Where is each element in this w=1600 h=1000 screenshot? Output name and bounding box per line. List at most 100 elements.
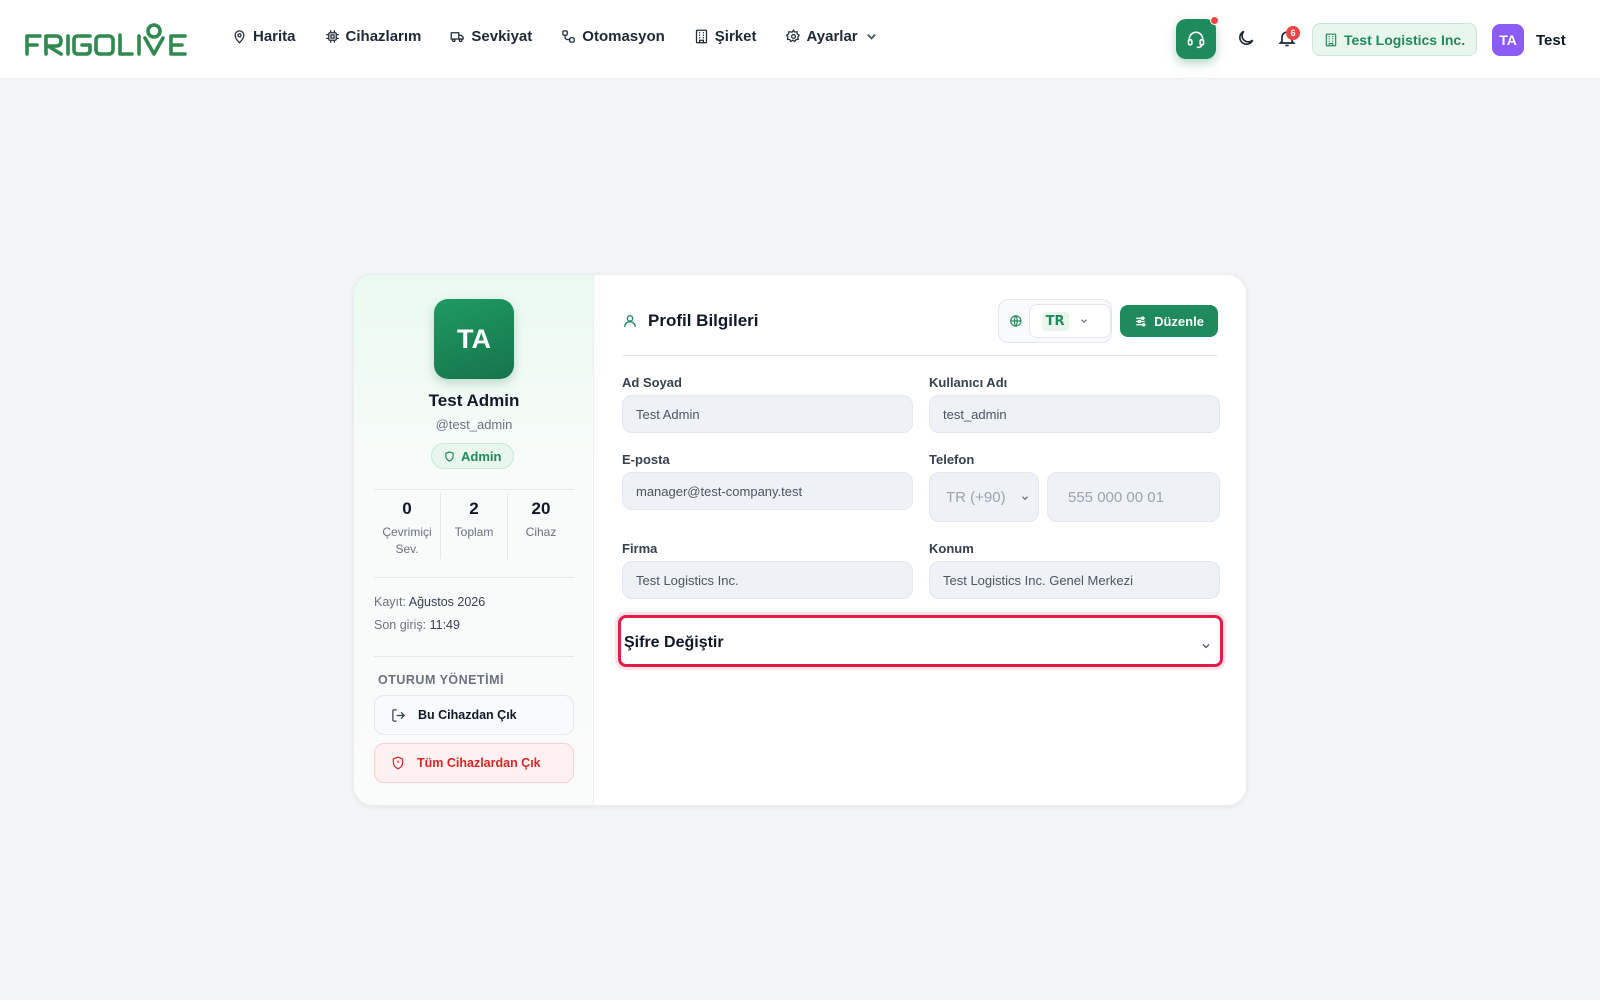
- user-name: Test: [1536, 31, 1566, 49]
- registered-label: Kayıt:: [374, 595, 406, 609]
- change-password-title: Şifre Değiştir: [624, 634, 724, 651]
- shield-alert-icon: [392, 756, 404, 770]
- company-name: Test Logistics Inc.: [1344, 31, 1466, 48]
- frigolive-logo[interactable]: [24, 22, 192, 58]
- chevron-down-icon: [1202, 644, 1210, 649]
- support-status-dot: [1210, 16, 1219, 25]
- logout-all-devices-label: Tüm Cihazlardan Çık: [417, 756, 541, 770]
- profile-form-panel: Profil Bilgileri TR Düzenle Ad Soyad Tes…: [594, 275, 1246, 805]
- user-menu[interactable]: TA Test: [1492, 24, 1566, 56]
- notification-count-badge: 6: [1286, 26, 1300, 40]
- stat-value: 20: [531, 499, 551, 518]
- language-selector-group: TR: [998, 299, 1112, 343]
- gear-icon: [785, 29, 800, 43]
- profile-card: TA Test Admin @test_admin Admin 0 Çevrim…: [353, 274, 1247, 806]
- support-button[interactable]: [1176, 16, 1219, 59]
- nav-item-otomasyon[interactable]: Otomasyon: [561, 28, 665, 45]
- phone-country-select[interactable]: TR (+90): [929, 472, 1039, 522]
- chip-icon: [325, 30, 339, 43]
- top-navbar: Harita Cihazlarım Sevkiyat Otomasyon Şir…: [0, 0, 1600, 79]
- logo-wordmark: [25, 23, 187, 56]
- nav-item-label: Ayarlar: [806, 28, 858, 45]
- nav-item-label: Otomasyon: [582, 28, 665, 45]
- building-icon: [695, 29, 707, 44]
- email-field[interactable]: manager@test-company.test: [622, 472, 913, 510]
- profile-sidebar: TA Test Admin @test_admin Admin 0 Çevrim…: [354, 275, 594, 805]
- chevron-down-icon: [866, 33, 876, 40]
- building-icon: [1325, 33, 1337, 46]
- phone-number-field[interactable]: 555 000 00 01: [1047, 472, 1220, 522]
- logout-this-device-button[interactable]: Bu Cihazdan Çık: [374, 695, 574, 735]
- full-name-field[interactable]: Test Admin: [622, 395, 913, 433]
- truck-icon: [451, 32, 465, 43]
- last-login-label: Son giriş:: [374, 618, 427, 632]
- last-login-value: 11:49: [429, 618, 460, 632]
- nav-item-label: Şirket: [714, 28, 757, 45]
- stat-label: Cihaz: [525, 525, 557, 539]
- stat-label: Toplam: [454, 525, 494, 539]
- stat-online-shipments: 0 Çevrimiçi Sev.: [374, 493, 440, 559]
- divider: [622, 355, 1218, 356]
- divider: [374, 656, 574, 657]
- nav-item-sirket[interactable]: Şirket: [694, 28, 757, 45]
- profile-username: @test_admin: [435, 417, 513, 432]
- language-select[interactable]: TR: [1028, 304, 1111, 338]
- theme-toggle-button[interactable]: [1236, 28, 1256, 48]
- divider: [374, 489, 574, 490]
- company-label: Firma: [622, 541, 658, 556]
- location-field[interactable]: Test Logistics Inc. Genel Merkezi: [929, 561, 1220, 599]
- username-field[interactable]: test_admin: [929, 395, 1220, 433]
- moon-icon: [1239, 30, 1254, 45]
- language-code: TR: [1041, 311, 1069, 331]
- nav-item-cihazlarim[interactable]: Cihazlarım: [325, 28, 422, 45]
- nav-item-label: Cihazlarım: [345, 28, 422, 45]
- stat-total: 2 Toplam: [440, 493, 507, 559]
- session-management-title: OTURUM YÖNETİMİ: [378, 673, 505, 687]
- page-title-text: Profil Bilgileri: [648, 311, 759, 330]
- stat-label: Çevrimiçi Sev.: [382, 525, 432, 556]
- location-label: Konum: [929, 541, 974, 556]
- avatar: TA: [1492, 24, 1524, 56]
- logout-this-device-label: Bu Cihazdan Çık: [418, 708, 517, 722]
- user-icon: [624, 315, 636, 328]
- stat-value: 0: [402, 499, 412, 518]
- last-login: Son giriş: 11:49: [374, 618, 460, 632]
- sliders-icon: [1136, 315, 1146, 327]
- company-field[interactable]: Test Logistics Inc.: [622, 561, 913, 599]
- divider: [374, 577, 574, 578]
- edit-button[interactable]: Düzenle: [1120, 305, 1218, 337]
- globe-icon: [1010, 315, 1022, 327]
- page-title: Profil Bilgileri: [622, 311, 759, 331]
- profile-stats: 0 Çevrimiçi Sev. 2 Toplam 20 Cihaz: [374, 493, 574, 559]
- nav-item-ayarlar[interactable]: Ayarlar: [785, 28, 879, 45]
- chevron-down-icon: [1080, 319, 1087, 324]
- chevron-down-icon: [1022, 496, 1028, 501]
- logout-icon: [392, 708, 406, 722]
- nav-item-label: Harita: [253, 28, 296, 45]
- role-badge: Admin: [431, 443, 515, 469]
- change-password-accordion[interactable]: Şifre Değiştir: [618, 615, 1223, 667]
- nav-item-label: Sevkiyat: [471, 28, 533, 45]
- registered-date: Kayıt: Ağustos 2026: [374, 595, 485, 609]
- stat-devices: 20 Cihaz: [507, 493, 574, 559]
- phone-label: Telefon: [929, 452, 975, 467]
- phone-country-value: TR (+90): [946, 488, 1006, 506]
- main-nav: Harita Cihazlarım Sevkiyat Otomasyon Şir…: [232, 28, 908, 45]
- username-label: Kullanıcı Adı: [929, 375, 1008, 390]
- edit-button-label: Düzenle: [1154, 313, 1204, 329]
- logout-all-devices-button[interactable]: Tüm Cihazlardan Çık: [374, 743, 574, 783]
- notifications-button[interactable]: 6: [1277, 26, 1300, 48]
- stat-value: 2: [469, 499, 479, 518]
- nav-item-harita[interactable]: Harita: [232, 28, 296, 45]
- company-switcher[interactable]: Test Logistics Inc.: [1312, 23, 1478, 56]
- email-label: E-posta: [622, 452, 670, 467]
- nav-item-sevkiyat[interactable]: Sevkiyat: [450, 28, 532, 45]
- map-pin-icon: [234, 30, 245, 44]
- workflow-icon: [562, 30, 576, 43]
- profile-full-name: Test Admin: [428, 391, 520, 410]
- role-label: Admin: [461, 448, 502, 464]
- shield-icon: [445, 450, 454, 462]
- registered-value: Ağustos 2026: [408, 595, 486, 609]
- headset-icon: [1187, 31, 1205, 49]
- full-name-label: Ad Soyad: [622, 375, 682, 390]
